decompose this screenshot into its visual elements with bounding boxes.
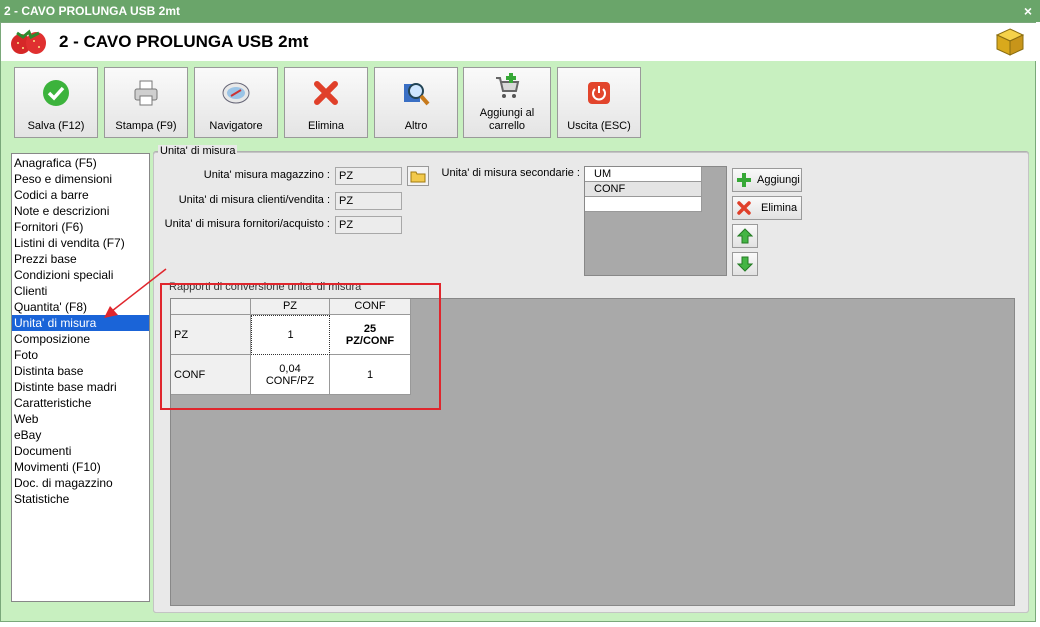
add-unit-button-label: Aggiungi bbox=[757, 174, 800, 186]
sidebar-item-doc-magazzino[interactable]: Doc. di magazzino bbox=[12, 475, 149, 491]
arrow-up-icon bbox=[737, 228, 753, 244]
save-button[interactable]: Salva (F12) bbox=[14, 67, 98, 138]
plus-icon bbox=[737, 173, 751, 187]
delete-x-icon bbox=[314, 81, 338, 105]
strawberry-icon bbox=[11, 29, 46, 54]
sidebar-item-note[interactable]: Note e descrizioni bbox=[12, 203, 149, 219]
delete-x-icon bbox=[737, 201, 751, 215]
add-to-cart-button[interactable]: Aggiungi al carrello bbox=[463, 67, 551, 138]
sidebar-item-composizione[interactable]: Composizione bbox=[12, 331, 149, 347]
magnifier-icon bbox=[404, 83, 430, 106]
move-down-button[interactable] bbox=[732, 252, 758, 276]
print-button[interactable]: Stampa (F9) bbox=[104, 67, 188, 138]
exit-button-label: Uscita (ESC) bbox=[567, 120, 631, 132]
sidebar-item-anagrafica[interactable]: Anagrafica (F5) bbox=[12, 155, 149, 171]
section-list: Anagrafica (F5) Peso e dimensioni Codici… bbox=[11, 153, 150, 602]
cube-icon[interactable] bbox=[995, 27, 1025, 57]
sidebar-item-codici[interactable]: Codici a barre bbox=[12, 187, 149, 203]
sidebar-item-distinta-base[interactable]: Distinta base bbox=[12, 363, 149, 379]
secondary-units-label: Unita' di misura secondarie : bbox=[441, 167, 580, 179]
sidebar-item-statistiche[interactable]: Statistiche bbox=[12, 491, 149, 507]
delete-unit-button[interactable]: Elimina bbox=[732, 196, 802, 220]
item-title: 2 - CAVO PROLUNGA USB 2mt bbox=[59, 32, 309, 51]
printer-icon bbox=[134, 80, 158, 106]
annotation-arrow bbox=[104, 268, 167, 318]
magazzino-field[interactable]: PZ bbox=[335, 167, 402, 185]
highlight-box bbox=[160, 283, 441, 410]
item-header: 2 - CAVO PROLUNGA USB 2mt bbox=[1, 23, 1037, 61]
compass-icon bbox=[222, 82, 250, 104]
fornitori-label: Unita' di misura fornitori/acquisto : bbox=[164, 218, 330, 230]
clienti-field[interactable]: PZ bbox=[335, 192, 402, 210]
save-button-label: Salva (F12) bbox=[27, 120, 85, 132]
other-button[interactable]: Altro bbox=[374, 67, 458, 138]
delete-button[interactable]: Elimina bbox=[284, 67, 368, 138]
window-titlebar: 2 - CAVO PROLUNGA USB 2mt × bbox=[0, 0, 1040, 22]
sidebar-item-peso[interactable]: Peso e dimensioni bbox=[12, 171, 149, 187]
power-icon bbox=[588, 82, 610, 104]
sidebar-item-ebay[interactable]: eBay bbox=[12, 427, 149, 443]
delete-unit-button-label: Elimina bbox=[761, 202, 798, 214]
add-unit-button[interactable]: Aggiungi bbox=[732, 168, 802, 192]
sidebar-item-distinte-madri[interactable]: Distinte base madri bbox=[12, 379, 149, 395]
other-button-label: Altro bbox=[404, 120, 428, 132]
close-icon[interactable]: × bbox=[1024, 0, 1032, 22]
clienti-label: Unita' di misura clienti/vendita : bbox=[178, 194, 330, 206]
window-title: 2 - CAVO PROLUNGA USB 2mt bbox=[4, 4, 181, 18]
delete-button-label: Elimina bbox=[307, 120, 345, 132]
print-button-label: Stampa (F9) bbox=[115, 120, 177, 132]
sidebar-item-listini[interactable]: Listini di vendita (F7) bbox=[12, 235, 149, 251]
sidebar-item-fornitori[interactable]: Fornitori (F6) bbox=[12, 219, 149, 235]
fornitori-field[interactable]: PZ bbox=[335, 216, 402, 234]
navigator-button[interactable]: Navigatore bbox=[194, 67, 278, 138]
arrow-down-icon bbox=[737, 256, 753, 272]
move-up-button[interactable] bbox=[732, 224, 758, 248]
sidebar-item-web[interactable]: Web bbox=[12, 411, 149, 427]
exit-button[interactable]: Uscita (ESC) bbox=[557, 67, 641, 138]
navigator-button-label: Navigatore bbox=[209, 120, 263, 132]
folder-icon[interactable] bbox=[407, 166, 429, 186]
secondary-units-list: UM CONF bbox=[584, 166, 727, 276]
checkmark-icon bbox=[43, 80, 69, 106]
cart-add-icon bbox=[496, 73, 520, 98]
sidebar-item-movimenti[interactable]: Movimenti (F10) bbox=[12, 459, 149, 475]
sidebar-item-documenti[interactable]: Documenti bbox=[12, 443, 149, 459]
add-to-cart-button-label: Aggiungi al carrello bbox=[479, 107, 535, 132]
magazzino-label: Unita' misura magazzino : bbox=[203, 169, 330, 181]
list-item[interactable]: CONF bbox=[585, 182, 702, 197]
sidebar-item-caratteristiche[interactable]: Caratteristiche bbox=[12, 395, 149, 411]
units-fieldset-legend: Unita' di misura bbox=[158, 145, 238, 157]
sidebar-item-foto[interactable]: Foto bbox=[12, 347, 149, 363]
list-header: UM bbox=[585, 167, 702, 182]
list-item-empty[interactable] bbox=[585, 197, 702, 212]
